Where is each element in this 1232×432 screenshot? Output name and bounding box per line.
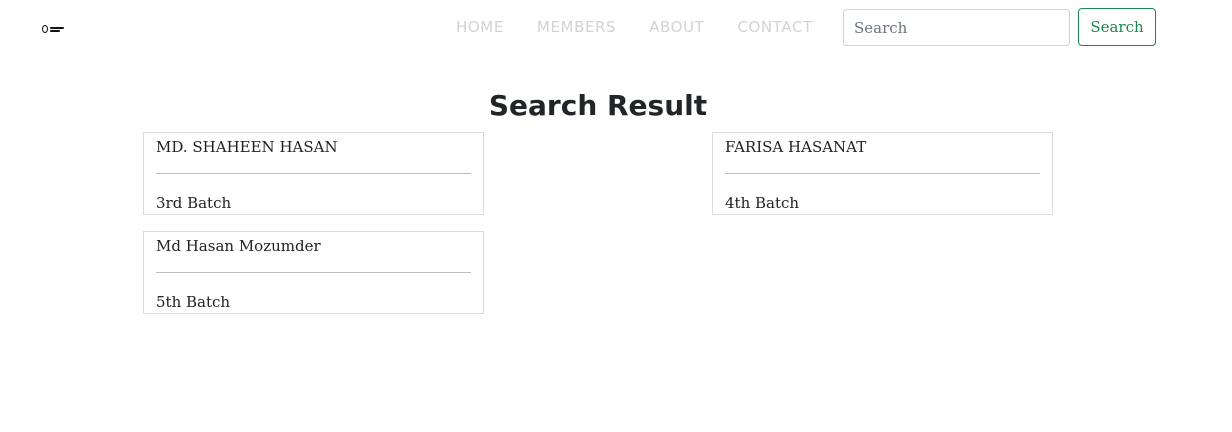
nav-link-members[interactable]: MEMBERS: [537, 17, 616, 37]
result-card[interactable]: Md Hasan Mozumder 5th Batch: [143, 231, 484, 314]
member-batch: 4th Batch: [725, 194, 800, 212]
search-input[interactable]: [843, 9, 1070, 46]
logo-text-icon: [50, 26, 64, 32]
result-card[interactable]: FARISA HASANAT 4th Batch: [712, 132, 1053, 215]
member-name: Md Hasan Mozumder: [156, 237, 321, 255]
page-title: Search Result: [488, 89, 708, 122]
nav-links: HOME MEMBERS ABOUT CONTACT: [456, 17, 813, 37]
logo-icon[interactable]: [42, 23, 66, 35]
navbar: HOME MEMBERS ABOUT CONTACT Search: [0, 0, 1232, 56]
search-button[interactable]: Search: [1078, 8, 1156, 46]
nav-link-about[interactable]: ABOUT: [649, 17, 704, 37]
member-name: MD. SHAHEEN HASAN: [156, 138, 338, 156]
result-card[interactable]: MD. SHAHEEN HASAN 3rd Batch: [143, 132, 484, 215]
card-divider: [156, 173, 471, 174]
nav-link-home[interactable]: HOME: [456, 17, 504, 37]
logo-mark-icon: [42, 25, 48, 33]
card-divider: [156, 272, 471, 273]
member-batch: 3rd Batch: [156, 194, 232, 212]
nav-link-contact[interactable]: CONTACT: [737, 17, 812, 37]
card-divider: [725, 173, 1040, 174]
member-name: FARISA HASANAT: [725, 138, 867, 156]
member-batch: 5th Batch: [156, 293, 231, 311]
